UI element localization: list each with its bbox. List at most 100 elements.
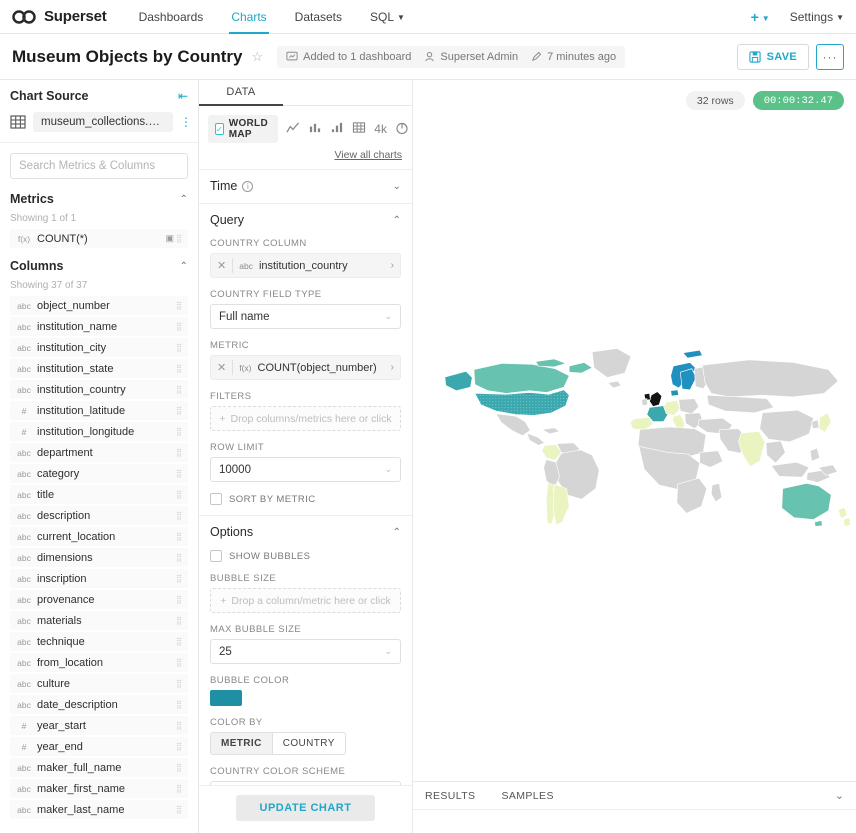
big-number-icon[interactable]: 4k [374, 122, 387, 136]
search-input[interactable] [10, 153, 188, 179]
drag-handle-icon[interactable]: ⣿ [174, 430, 182, 434]
nav-link-dashboards[interactable]: Dashboards [125, 1, 218, 33]
sort-by-metric-checkbox[interactable]: SORT BY METRIC [210, 493, 401, 505]
max-bubble-size-select[interactable]: 25 ⌄ [210, 639, 401, 664]
show-bubbles-checkbox[interactable]: SHOW BUBBLES [210, 550, 401, 562]
list-item[interactable]: abcprovenance⣿ [10, 590, 188, 609]
more-vertical-icon[interactable]: ⋮ [180, 119, 188, 126]
list-item[interactable]: abcinstitution_city⣿ [10, 338, 188, 357]
list-item[interactable]: abctechnique⣿ [10, 632, 188, 651]
list-item[interactable]: abcmaker_last_name⣿ [10, 800, 188, 819]
dataset-fields-scroll[interactable]: Metrics ⌃ Showing 1 of 1 f(x) COUNT(*) ▣… [0, 183, 198, 833]
chevron-down-icon[interactable]: ⌄ [393, 181, 401, 192]
chevron-up-icon[interactable]: ⌃ [393, 527, 401, 538]
column-chart-icon[interactable] [330, 121, 344, 137]
list-item[interactable]: abcinscription⣿ [10, 569, 188, 588]
list-item[interactable]: abcdate_description⣿ [10, 695, 188, 714]
info-circle-icon[interactable]: i [242, 181, 253, 192]
list-item[interactable]: abctitle⣿ [10, 485, 188, 504]
tab-data[interactable]: DATA [199, 80, 283, 105]
list-item[interactable]: abcinstitution_name⣿ [10, 317, 188, 336]
chevron-down-icon[interactable]: ⌄ [835, 789, 844, 802]
brand-logo-link[interactable]: Superset [12, 8, 107, 25]
filters-dropzone[interactable]: + Drop columns/metrics here or click [210, 406, 401, 431]
new-item-button[interactable]: +▼ [751, 9, 770, 25]
drag-handle-icon[interactable]: ⣿ [174, 808, 182, 812]
drag-handle-icon[interactable]: ⣿ [174, 367, 182, 371]
list-item[interactable]: abcmaterials⣿ [10, 611, 188, 630]
list-item[interactable]: #year_start⣿ [10, 716, 188, 735]
chevron-up-icon[interactable]: ⌃ [393, 215, 401, 226]
options-section-header[interactable]: Options ⌃ [210, 525, 401, 539]
drag-handle-icon[interactable]: ⣿ [174, 325, 182, 329]
drag-handle-icon[interactable]: ⣿ [174, 577, 182, 581]
line-chart-icon[interactable] [286, 121, 300, 137]
chevron-up-icon[interactable]: ⌃ [180, 194, 188, 205]
bubble-color-swatch[interactable] [210, 690, 242, 706]
chevron-up-icon[interactable]: ⌃ [180, 261, 188, 272]
control-panel-scroll[interactable]: ✓ WORLD MAP 4k [199, 106, 412, 785]
row-limit-select[interactable]: 10000 ⌄ [210, 457, 401, 482]
drag-handle-icon[interactable]: ⣿ [174, 493, 182, 497]
nav-link-datasets[interactable]: Datasets [281, 1, 356, 33]
drag-handle-icon[interactable]: ⣿ [174, 472, 182, 476]
viz-type-selected[interactable]: ✓ WORLD MAP [208, 115, 278, 143]
list-item[interactable]: #year_end⣿ [10, 737, 188, 756]
close-x-icon[interactable]: ✕ [217, 259, 226, 272]
pie-chart-icon[interactable] [395, 121, 409, 138]
nav-link-sql[interactable]: SQL▼ [356, 1, 419, 33]
table-icon[interactable] [352, 121, 366, 137]
chevron-right-icon[interactable]: › [391, 362, 394, 373]
drag-handle-icon[interactable]: ⣿ [174, 409, 182, 413]
tab-samples[interactable]: SAMPLES [501, 790, 553, 802]
drag-handle-icon[interactable]: ⣿ [174, 787, 182, 791]
list-item[interactable]: abccurrent_location⣿ [10, 527, 188, 546]
drag-handle-icon[interactable]: ⣿ [174, 556, 182, 560]
list-item[interactable]: abcinstitution_state⣿ [10, 359, 188, 378]
drag-handle-icon[interactable]: ⣿ [174, 237, 182, 241]
bubble-size-dropzone[interactable]: + Drop a column/metric here or click [210, 588, 401, 613]
drag-handle-icon[interactable]: ⣿ [174, 640, 182, 644]
view-all-charts-link[interactable]: View all charts [334, 149, 402, 161]
drag-handle-icon[interactable]: ⣿ [174, 535, 182, 539]
chevron-right-icon[interactable]: › [391, 260, 394, 271]
drag-handle-icon[interactable]: ⣿ [174, 745, 182, 749]
list-item[interactable]: #institution_latitude⣿ [10, 401, 188, 420]
close-x-icon[interactable]: ✕ [217, 361, 226, 374]
drag-handle-icon[interactable]: ⣿ [174, 451, 182, 455]
columns-section-header[interactable]: Columns ⌃ [0, 250, 198, 278]
list-item[interactable]: abcdepartment⣿ [10, 443, 188, 462]
collapse-panel-icon[interactable]: ⇤ [178, 89, 188, 103]
bar-chart-icon[interactable] [308, 121, 322, 137]
list-item[interactable]: abcdimensions⣿ [10, 548, 188, 567]
tab-results[interactable]: RESULTS [425, 790, 475, 802]
list-item[interactable]: f(x) COUNT(*) ▣ ⣿ [10, 229, 188, 248]
drag-handle-icon[interactable]: ⣿ [174, 766, 182, 770]
more-options-button[interactable]: ··· [816, 44, 844, 70]
list-item[interactable]: abcfrom_location⣿ [10, 653, 188, 672]
list-item[interactable]: abcmaker_full_name⣿ [10, 758, 188, 777]
color-by-option-metric[interactable]: METRIC [210, 732, 273, 755]
list-item[interactable]: abcmaker_first_name⣿ [10, 779, 188, 798]
metric-field[interactable]: ✕ f(x) COUNT(object_number) › [210, 355, 401, 380]
list-item[interactable]: abcculture⣿ [10, 674, 188, 693]
update-chart-button[interactable]: UPDATE CHART [236, 795, 376, 821]
country-column-field[interactable]: ✕ abc institution_country › [210, 253, 401, 278]
drag-handle-icon[interactable]: ⣿ [174, 304, 182, 308]
color-by-option-country[interactable]: COUNTRY [273, 732, 346, 755]
drag-handle-icon[interactable]: ⣿ [174, 346, 182, 350]
list-item[interactable]: abcinstitution_country⣿ [10, 380, 188, 399]
drag-handle-icon[interactable]: ⣿ [174, 514, 182, 518]
drag-handle-icon[interactable]: ⣿ [174, 598, 182, 602]
nav-link-charts[interactable]: Charts [217, 1, 280, 33]
country-field-type-select[interactable]: Full name ⌄ [210, 304, 401, 329]
drag-handle-icon[interactable]: ⣿ [174, 388, 182, 392]
drag-handle-icon[interactable]: ⣿ [174, 682, 182, 686]
metrics-section-header[interactable]: Metrics ⌃ [0, 183, 198, 211]
query-section-header[interactable]: Query ⌃ [210, 213, 401, 227]
drag-handle-icon[interactable]: ⣿ [174, 724, 182, 728]
dataset-name[interactable]: museum_collections.objects [33, 112, 173, 132]
list-item[interactable]: #institution_longitude⣿ [10, 422, 188, 441]
favorite-star-icon[interactable]: ☆ [251, 49, 263, 65]
drag-handle-icon[interactable]: ⣿ [174, 661, 182, 665]
